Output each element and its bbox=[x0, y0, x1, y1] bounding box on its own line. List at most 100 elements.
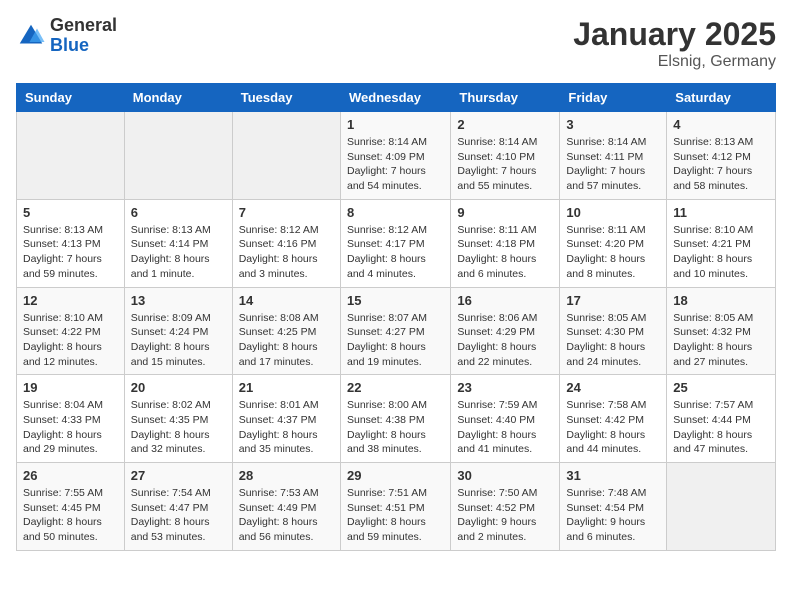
logo-blue-text: Blue bbox=[50, 36, 117, 56]
day-detail: Sunrise: 8:13 AMSunset: 4:12 PMDaylight:… bbox=[673, 135, 769, 194]
calendar-cell: 27 Sunrise: 7:54 AMSunset: 4:47 PMDaylig… bbox=[124, 463, 232, 551]
calendar-cell: 16 Sunrise: 8:06 AMSunset: 4:29 PMDaylig… bbox=[451, 287, 560, 375]
day-number: 25 bbox=[673, 380, 769, 395]
calendar-cell: 21 Sunrise: 8:01 AMSunset: 4:37 PMDaylig… bbox=[232, 375, 340, 463]
day-number: 9 bbox=[457, 205, 553, 220]
day-detail: Sunrise: 7:51 AMSunset: 4:51 PMDaylight:… bbox=[347, 486, 444, 545]
calendar-cell: 13 Sunrise: 8:09 AMSunset: 4:24 PMDaylig… bbox=[124, 287, 232, 375]
calendar-cell: 22 Sunrise: 8:00 AMSunset: 4:38 PMDaylig… bbox=[340, 375, 450, 463]
month-title: January 2025 bbox=[573, 16, 776, 53]
day-detail: Sunrise: 7:55 AMSunset: 4:45 PMDaylight:… bbox=[23, 486, 118, 545]
location: Elsnig, Germany bbox=[573, 53, 776, 71]
calendar-cell: 4 Sunrise: 8:13 AMSunset: 4:12 PMDayligh… bbox=[667, 112, 776, 200]
title-block: January 2025 Elsnig, Germany bbox=[573, 16, 776, 71]
page-header: General Blue January 2025 Elsnig, German… bbox=[16, 16, 776, 71]
day-number: 19 bbox=[23, 380, 118, 395]
calendar-cell: 2 Sunrise: 8:14 AMSunset: 4:10 PMDayligh… bbox=[451, 112, 560, 200]
calendar-cell: 12 Sunrise: 8:10 AMSunset: 4:22 PMDaylig… bbox=[17, 287, 125, 375]
day-detail: Sunrise: 8:04 AMSunset: 4:33 PMDaylight:… bbox=[23, 398, 118, 457]
day-detail: Sunrise: 8:13 AMSunset: 4:14 PMDaylight:… bbox=[131, 223, 226, 282]
day-detail: Sunrise: 8:11 AMSunset: 4:18 PMDaylight:… bbox=[457, 223, 553, 282]
day-number: 14 bbox=[239, 293, 334, 308]
day-detail: Sunrise: 7:54 AMSunset: 4:47 PMDaylight:… bbox=[131, 486, 226, 545]
weekday-header-row: SundayMondayTuesdayWednesdayThursdayFrid… bbox=[17, 84, 776, 112]
day-detail: Sunrise: 8:10 AMSunset: 4:22 PMDaylight:… bbox=[23, 311, 118, 370]
day-detail: Sunrise: 8:05 AMSunset: 4:32 PMDaylight:… bbox=[673, 311, 769, 370]
day-number: 27 bbox=[131, 468, 226, 483]
day-detail: Sunrise: 7:53 AMSunset: 4:49 PMDaylight:… bbox=[239, 486, 334, 545]
calendar-cell bbox=[124, 112, 232, 200]
day-number: 29 bbox=[347, 468, 444, 483]
day-detail: Sunrise: 8:13 AMSunset: 4:13 PMDaylight:… bbox=[23, 223, 118, 282]
day-number: 12 bbox=[23, 293, 118, 308]
logo-text: General Blue bbox=[50, 16, 117, 56]
day-number: 8 bbox=[347, 205, 444, 220]
calendar-cell: 19 Sunrise: 8:04 AMSunset: 4:33 PMDaylig… bbox=[17, 375, 125, 463]
calendar-cell: 26 Sunrise: 7:55 AMSunset: 4:45 PMDaylig… bbox=[17, 463, 125, 551]
calendar-cell: 14 Sunrise: 8:08 AMSunset: 4:25 PMDaylig… bbox=[232, 287, 340, 375]
calendar-table: SundayMondayTuesdayWednesdayThursdayFrid… bbox=[16, 83, 776, 551]
calendar-cell: 15 Sunrise: 8:07 AMSunset: 4:27 PMDaylig… bbox=[340, 287, 450, 375]
weekday-header: Sunday bbox=[17, 84, 125, 112]
day-number: 20 bbox=[131, 380, 226, 395]
calendar-cell: 30 Sunrise: 7:50 AMSunset: 4:52 PMDaylig… bbox=[451, 463, 560, 551]
calendar-cell: 9 Sunrise: 8:11 AMSunset: 4:18 PMDayligh… bbox=[451, 199, 560, 287]
day-detail: Sunrise: 8:00 AMSunset: 4:38 PMDaylight:… bbox=[347, 398, 444, 457]
day-number: 11 bbox=[673, 205, 769, 220]
calendar-cell: 20 Sunrise: 8:02 AMSunset: 4:35 PMDaylig… bbox=[124, 375, 232, 463]
day-number: 21 bbox=[239, 380, 334, 395]
calendar-cell bbox=[17, 112, 125, 200]
calendar-cell: 6 Sunrise: 8:13 AMSunset: 4:14 PMDayligh… bbox=[124, 199, 232, 287]
day-detail: Sunrise: 8:01 AMSunset: 4:37 PMDaylight:… bbox=[239, 398, 334, 457]
weekday-header: Tuesday bbox=[232, 84, 340, 112]
calendar-cell: 11 Sunrise: 8:10 AMSunset: 4:21 PMDaylig… bbox=[667, 199, 776, 287]
calendar-cell bbox=[667, 463, 776, 551]
day-number: 7 bbox=[239, 205, 334, 220]
calendar-cell: 10 Sunrise: 8:11 AMSunset: 4:20 PMDaylig… bbox=[560, 199, 667, 287]
day-number: 24 bbox=[566, 380, 660, 395]
day-number: 16 bbox=[457, 293, 553, 308]
logo-general-text: General bbox=[50, 16, 117, 36]
day-detail: Sunrise: 8:14 AMSunset: 4:10 PMDaylight:… bbox=[457, 135, 553, 194]
calendar-cell: 17 Sunrise: 8:05 AMSunset: 4:30 PMDaylig… bbox=[560, 287, 667, 375]
day-detail: Sunrise: 8:09 AMSunset: 4:24 PMDaylight:… bbox=[131, 311, 226, 370]
calendar-cell: 18 Sunrise: 8:05 AMSunset: 4:32 PMDaylig… bbox=[667, 287, 776, 375]
day-detail: Sunrise: 8:12 AMSunset: 4:16 PMDaylight:… bbox=[239, 223, 334, 282]
weekday-header: Friday bbox=[560, 84, 667, 112]
day-number: 13 bbox=[131, 293, 226, 308]
day-number: 2 bbox=[457, 117, 553, 132]
weekday-header: Monday bbox=[124, 84, 232, 112]
calendar-week-row: 1 Sunrise: 8:14 AMSunset: 4:09 PMDayligh… bbox=[17, 112, 776, 200]
day-number: 10 bbox=[566, 205, 660, 220]
day-detail: Sunrise: 8:14 AMSunset: 4:09 PMDaylight:… bbox=[347, 135, 444, 194]
calendar-cell: 8 Sunrise: 8:12 AMSunset: 4:17 PMDayligh… bbox=[340, 199, 450, 287]
day-number: 30 bbox=[457, 468, 553, 483]
day-number: 4 bbox=[673, 117, 769, 132]
day-number: 31 bbox=[566, 468, 660, 483]
weekday-header: Thursday bbox=[451, 84, 560, 112]
logo-icon bbox=[16, 21, 46, 51]
day-detail: Sunrise: 7:57 AMSunset: 4:44 PMDaylight:… bbox=[673, 398, 769, 457]
calendar-cell: 5 Sunrise: 8:13 AMSunset: 4:13 PMDayligh… bbox=[17, 199, 125, 287]
day-detail: Sunrise: 8:11 AMSunset: 4:20 PMDaylight:… bbox=[566, 223, 660, 282]
day-detail: Sunrise: 7:58 AMSunset: 4:42 PMDaylight:… bbox=[566, 398, 660, 457]
calendar-week-row: 5 Sunrise: 8:13 AMSunset: 4:13 PMDayligh… bbox=[17, 199, 776, 287]
day-number: 3 bbox=[566, 117, 660, 132]
logo: General Blue bbox=[16, 16, 117, 56]
calendar-week-row: 12 Sunrise: 8:10 AMSunset: 4:22 PMDaylig… bbox=[17, 287, 776, 375]
day-number: 6 bbox=[131, 205, 226, 220]
day-detail: Sunrise: 8:12 AMSunset: 4:17 PMDaylight:… bbox=[347, 223, 444, 282]
day-detail: Sunrise: 8:05 AMSunset: 4:30 PMDaylight:… bbox=[566, 311, 660, 370]
calendar-cell: 23 Sunrise: 7:59 AMSunset: 4:40 PMDaylig… bbox=[451, 375, 560, 463]
day-detail: Sunrise: 7:50 AMSunset: 4:52 PMDaylight:… bbox=[457, 486, 553, 545]
day-number: 22 bbox=[347, 380, 444, 395]
day-detail: Sunrise: 8:14 AMSunset: 4:11 PMDaylight:… bbox=[566, 135, 660, 194]
day-number: 23 bbox=[457, 380, 553, 395]
calendar-week-row: 26 Sunrise: 7:55 AMSunset: 4:45 PMDaylig… bbox=[17, 463, 776, 551]
calendar-cell: 25 Sunrise: 7:57 AMSunset: 4:44 PMDaylig… bbox=[667, 375, 776, 463]
calendar-cell: 24 Sunrise: 7:58 AMSunset: 4:42 PMDaylig… bbox=[560, 375, 667, 463]
day-detail: Sunrise: 8:07 AMSunset: 4:27 PMDaylight:… bbox=[347, 311, 444, 370]
day-number: 17 bbox=[566, 293, 660, 308]
weekday-header: Wednesday bbox=[340, 84, 450, 112]
calendar-week-row: 19 Sunrise: 8:04 AMSunset: 4:33 PMDaylig… bbox=[17, 375, 776, 463]
